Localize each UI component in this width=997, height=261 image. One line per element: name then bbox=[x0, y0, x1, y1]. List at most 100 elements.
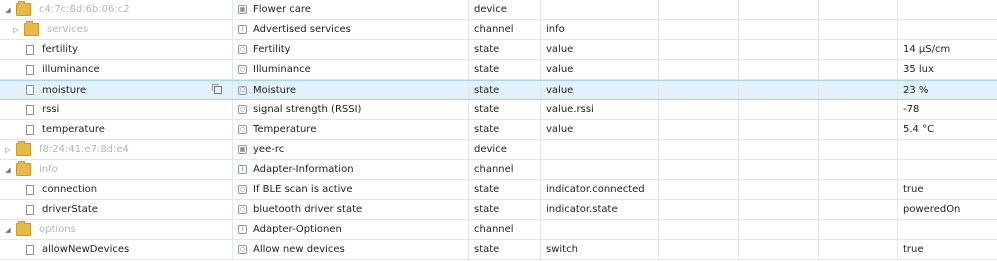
room-cell bbox=[659, 60, 739, 79]
object-name: Allow new devices bbox=[253, 244, 345, 255]
role-cell: value bbox=[541, 40, 659, 59]
value-cell bbox=[898, 160, 997, 179]
role-cell: switch bbox=[541, 240, 659, 259]
role-cell: indicator.state bbox=[541, 200, 659, 219]
type-cell: channel bbox=[469, 160, 541, 179]
tree-row-state-selected[interactable]: moisture ○ Moisture state value 23 % bbox=[0, 80, 997, 100]
room-cell bbox=[659, 100, 739, 119]
value-cell bbox=[898, 20, 997, 39]
tree-row-state[interactable]: fertility ○ Fertility state value 14 µS/… bbox=[0, 40, 997, 60]
value-cell[interactable]: -78 bbox=[898, 100, 997, 119]
expand-triangle-icon[interactable]: ◢ bbox=[3, 5, 13, 15]
name-cell: ○ Allow new devices bbox=[233, 240, 469, 259]
collapse-triangle-icon[interactable]: ▷ bbox=[3, 145, 13, 155]
object-name: Adapter-Optionen bbox=[253, 224, 342, 235]
state-icon: ○ bbox=[238, 45, 247, 54]
copy-icon[interactable] bbox=[212, 84, 222, 94]
value-cell[interactable]: 5.4 °C bbox=[898, 120, 997, 139]
value-cell[interactable]: 23 % bbox=[898, 81, 997, 99]
name-cell: ○ Illuminance bbox=[233, 60, 469, 79]
name-cell: ○ signal strength (RSSI) bbox=[233, 100, 469, 119]
collapse-triangle-icon[interactable]: ▷ bbox=[11, 25, 21, 35]
name-cell: i Advertised services bbox=[233, 20, 469, 39]
expand-triangle-icon[interactable]: ◢ bbox=[3, 225, 13, 235]
function-cell bbox=[739, 160, 819, 179]
device-icon: ▦ bbox=[238, 5, 247, 14]
tree-row-channel[interactable]: ◢ options i Adapter-Optionen channel bbox=[0, 220, 997, 240]
room-cell bbox=[659, 220, 739, 239]
tree-row-state[interactable]: illuminance ○ Illuminance state value 35… bbox=[0, 60, 997, 80]
object-role: value bbox=[546, 84, 574, 96]
tree-row-state[interactable]: rssi ○ signal strength (RSSI) state valu… bbox=[0, 100, 997, 120]
object-name: Advertised services bbox=[253, 24, 351, 35]
tree-row-channel[interactable]: ▷ services i Advertised services channel… bbox=[0, 20, 997, 40]
object-role: value.rssi bbox=[546, 104, 594, 115]
object-type: state bbox=[474, 244, 500, 255]
id-cell: moisture bbox=[0, 81, 233, 99]
object-value: true bbox=[903, 184, 924, 195]
function-cell bbox=[739, 200, 819, 219]
value-cell[interactable]: true bbox=[898, 240, 997, 259]
room-cell bbox=[659, 0, 739, 19]
object-name: Flower care bbox=[253, 4, 311, 15]
role-cell: value bbox=[541, 60, 659, 79]
state-file-icon bbox=[26, 184, 34, 195]
function-cell bbox=[739, 100, 819, 119]
expand-triangle-icon[interactable]: ◢ bbox=[3, 165, 13, 175]
id-cell: connection bbox=[0, 180, 233, 199]
tree-row-state[interactable]: allowNewDevices ○ Allow new devices stat… bbox=[0, 240, 997, 260]
function-cell bbox=[739, 120, 819, 139]
id-cell: fertility bbox=[0, 40, 233, 59]
object-name: yee-rc bbox=[253, 144, 285, 155]
tree-row-channel[interactable]: ◢ info i Adapter-Information channel bbox=[0, 160, 997, 180]
object-role: value bbox=[546, 44, 574, 55]
object-type: device bbox=[474, 4, 507, 15]
tree-row-state[interactable]: temperature ○ Temperature state value 5.… bbox=[0, 120, 997, 140]
state-icon: ○ bbox=[238, 105, 247, 114]
tree-row-state[interactable]: connection ○ If BLE scan is active state… bbox=[0, 180, 997, 200]
type-cell: channel bbox=[469, 220, 541, 239]
state-file-icon bbox=[26, 204, 34, 215]
tree-row-state[interactable]: driverState ○ bluetooth driver state sta… bbox=[0, 200, 997, 220]
object-type: state bbox=[474, 104, 500, 115]
object-id: allowNewDevices bbox=[42, 244, 130, 255]
state-icon: ○ bbox=[238, 125, 247, 134]
folder-icon bbox=[24, 21, 39, 36]
object-name: Illuminance bbox=[253, 64, 311, 75]
name-cell: ○ Temperature bbox=[233, 120, 469, 139]
type-cell: state bbox=[469, 100, 541, 119]
type-cell: state bbox=[469, 180, 541, 199]
value-cell[interactable]: 35 lux bbox=[898, 60, 997, 79]
extra-cell bbox=[819, 180, 898, 199]
name-cell: ▦ yee-rc bbox=[233, 140, 469, 159]
tree-row-device[interactable]: ◢ c4:7c:8d:6b:06:c2 ▦ Flower care device bbox=[0, 0, 997, 20]
value-cell[interactable]: true bbox=[898, 180, 997, 199]
object-id: f8:24:41:e7:8d:e4 bbox=[39, 144, 129, 155]
room-cell bbox=[659, 180, 739, 199]
state-icon: ○ bbox=[238, 245, 247, 254]
role-cell: value bbox=[541, 120, 659, 139]
object-value: 5.4 °C bbox=[903, 124, 935, 135]
channel-icon: i bbox=[238, 225, 247, 234]
id-cell: ◢ options bbox=[0, 220, 233, 239]
role-cell bbox=[541, 140, 659, 159]
object-name: signal strength (RSSI) bbox=[253, 104, 362, 115]
object-type: state bbox=[474, 204, 500, 215]
object-role: value bbox=[546, 124, 574, 135]
type-cell: state bbox=[469, 120, 541, 139]
extra-cell bbox=[819, 140, 898, 159]
value-cell[interactable]: poweredOn bbox=[898, 200, 997, 219]
tree-row-device[interactable]: ▷ f8:24:41:e7:8d:e4 ▦ yee-rc device bbox=[0, 140, 997, 160]
object-id: moisture bbox=[42, 84, 87, 96]
function-cell bbox=[739, 20, 819, 39]
room-cell bbox=[659, 20, 739, 39]
function-cell bbox=[739, 0, 819, 19]
type-cell: state bbox=[469, 240, 541, 259]
object-type: state bbox=[474, 124, 500, 135]
name-cell: ○ bluetooth driver state bbox=[233, 200, 469, 219]
value-cell[interactable]: 14 µS/cm bbox=[898, 40, 997, 59]
id-cell: ▷ f8:24:41:e7:8d:e4 bbox=[0, 140, 233, 159]
room-cell bbox=[659, 40, 739, 59]
channel-icon: i bbox=[238, 165, 247, 174]
folder-icon bbox=[16, 221, 31, 236]
